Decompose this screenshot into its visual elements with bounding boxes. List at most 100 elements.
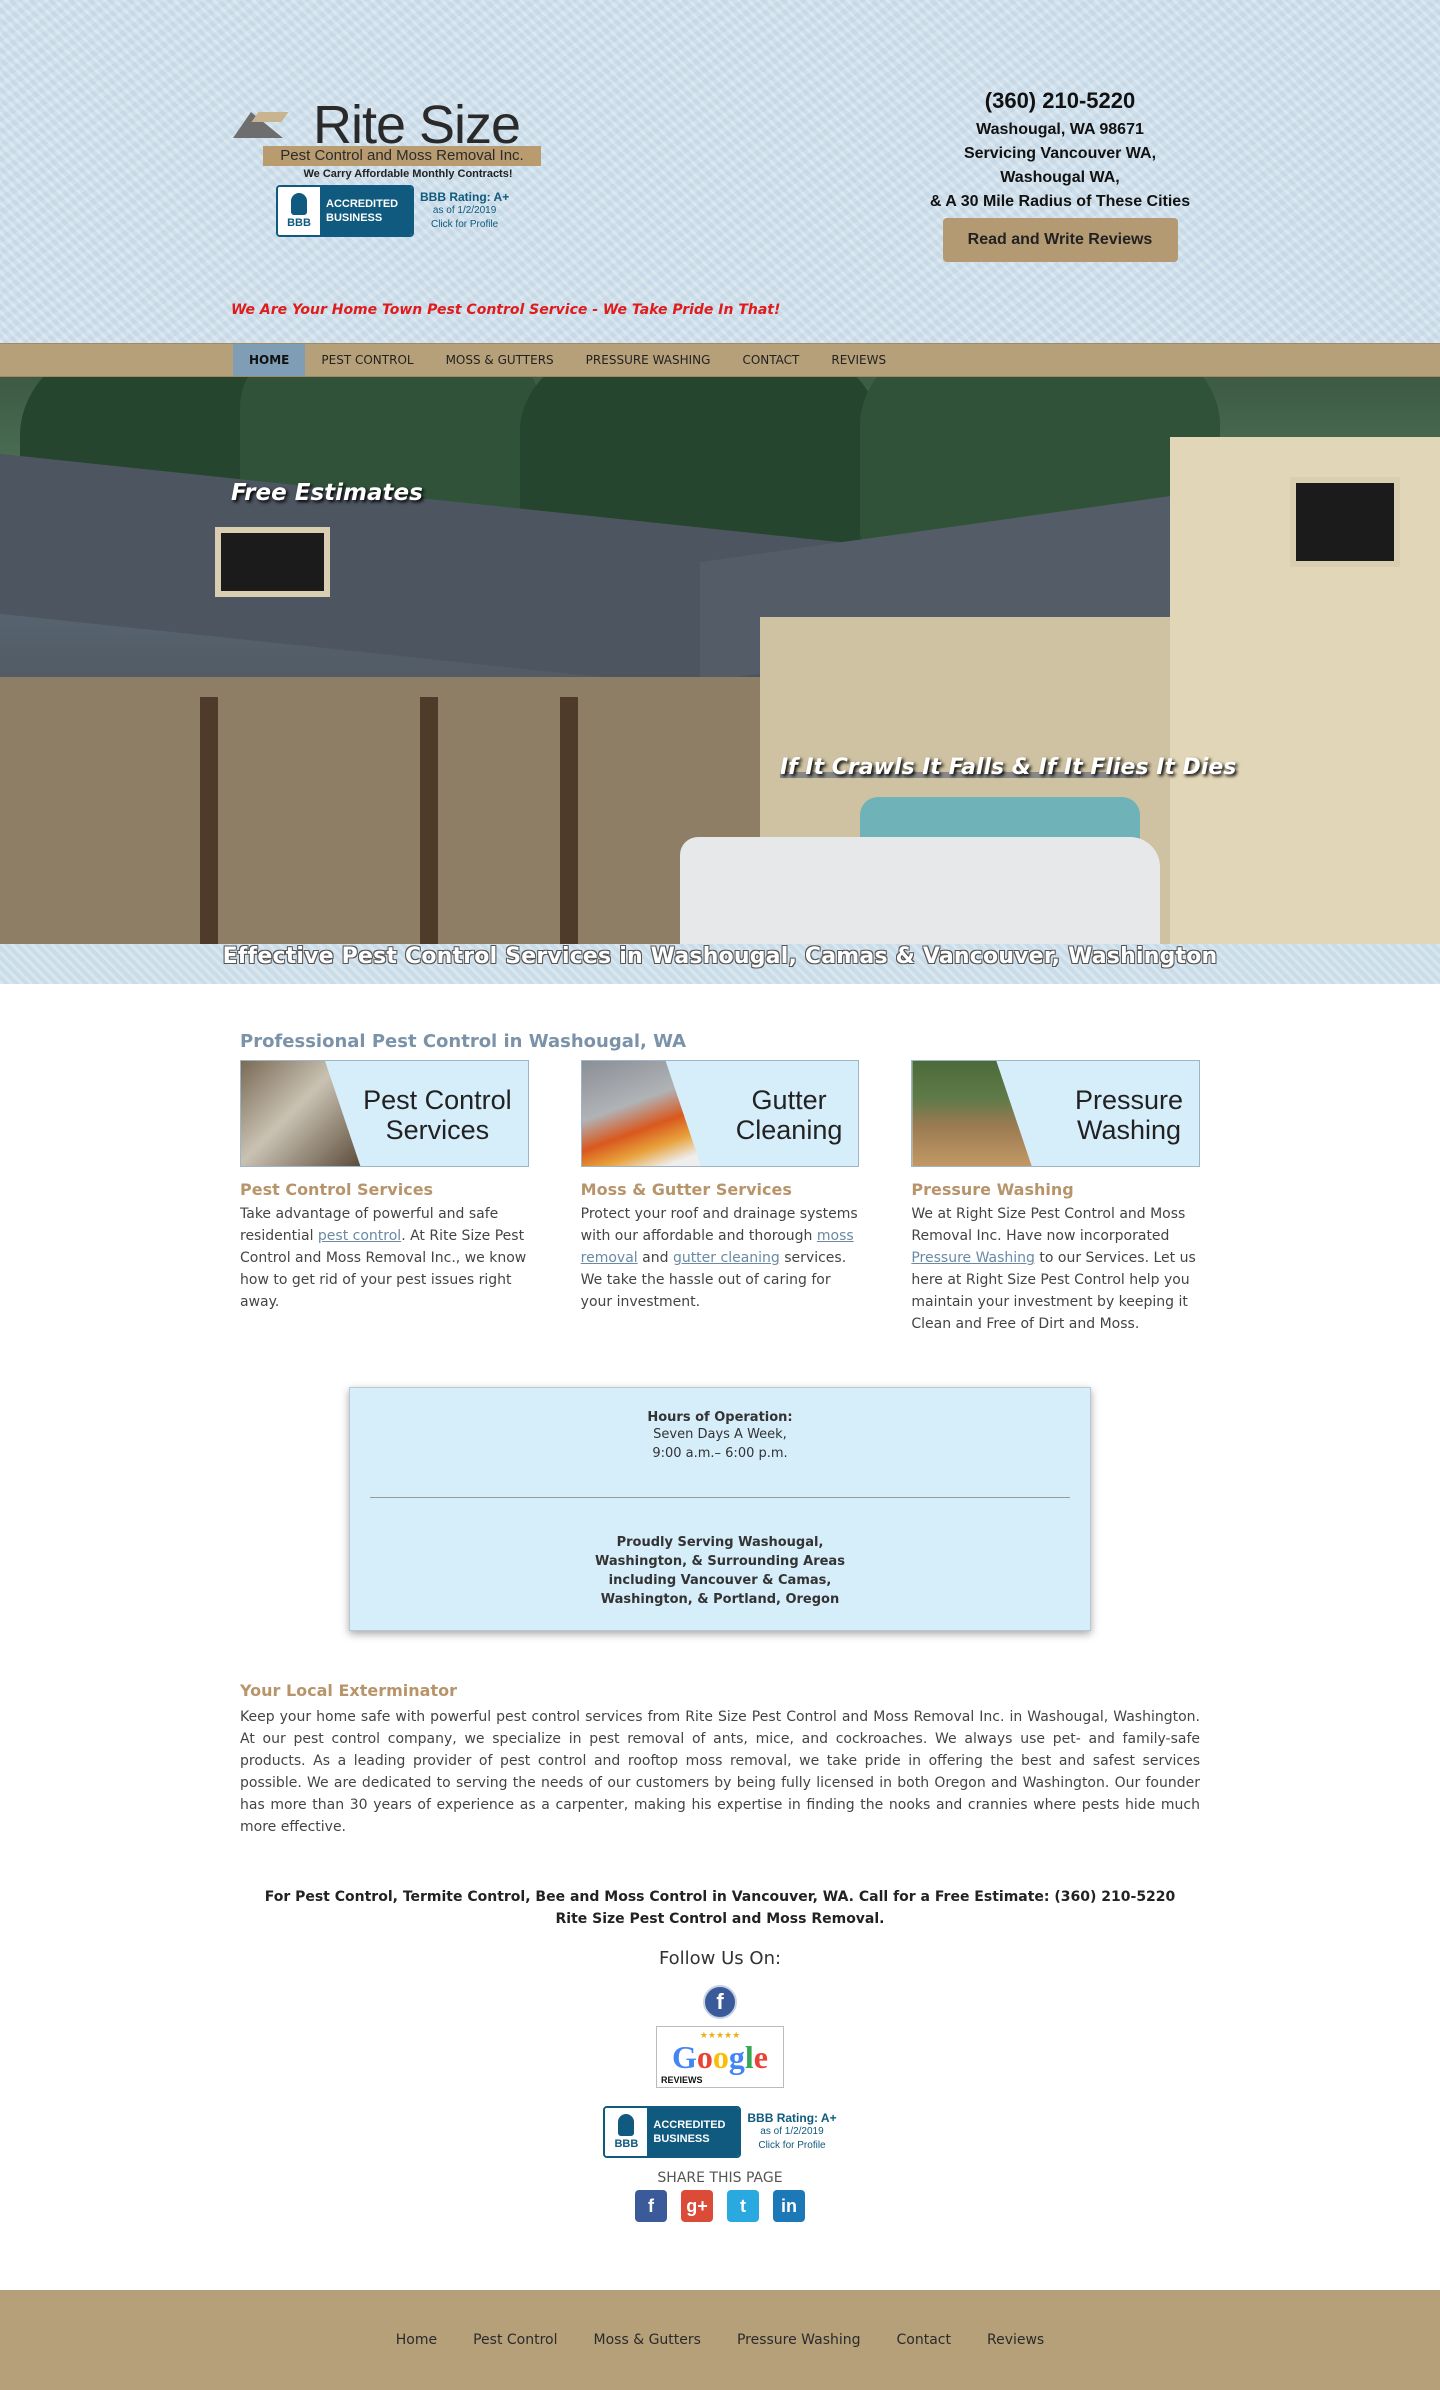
local-text: Keep your home safe with powerful pest c… xyxy=(240,1709,1200,1835)
bbb-torch-icon: BBB xyxy=(278,187,320,235)
banner-line: Pressure xyxy=(1074,1085,1184,1115)
bbb-badge-footer-wrap: BBB ACCREDITED BUSINESS BBB Rating: A+ a… xyxy=(240,2106,1200,2158)
service-card: Pest Control Services Pest Control Servi… xyxy=(240,1060,529,1335)
bbb-accredited-line2: BUSINESS xyxy=(326,212,383,224)
nav-item-moss-gutters[interactable]: MOSS & GUTTERS xyxy=(430,344,570,376)
bbb-accredited-line2: BUSINESS xyxy=(653,2133,710,2145)
truck-body xyxy=(680,837,1160,944)
nav-item-home[interactable]: HOME xyxy=(233,344,306,376)
service-banner-gutter-cleaning[interactable]: Gutter Cleaning xyxy=(580,1060,860,1167)
hero-free-estimates: Free Estimates xyxy=(231,480,423,506)
service-heading: Pest Control Services xyxy=(240,1180,434,1199)
serving-areas: Proudly Serving Washougal, Washington, &… xyxy=(350,1533,1090,1609)
facebook-icon[interactable]: f xyxy=(703,1985,737,2019)
footer-link-pest-control[interactable]: Pest Control xyxy=(473,2332,557,2348)
banner-line: Pest Control xyxy=(363,1085,512,1115)
bbb-meta: BBB Rating: A+ as of 1/2/2019 Click for … xyxy=(420,190,509,232)
call-to-action: For Pest Control, Termite Control, Bee a… xyxy=(264,1889,1176,1927)
bbb-seal-text: BBB xyxy=(614,2138,639,2150)
footer-link-contact[interactable]: Contact xyxy=(897,2332,951,2348)
hero-strip-heading: Effective Pest Control Services in Washo… xyxy=(0,944,1440,984)
bbb-badge-footer[interactable]: BBB ACCREDITED BUSINESS BBB Rating: A+ a… xyxy=(603,2106,837,2158)
site-footer: Home Pest Control Moss & Gutters Pressur… xyxy=(0,2290,1440,2390)
bbb-badge-header[interactable]: BBB ACCREDITED BUSINESS BBB Rating: A+ a… xyxy=(276,185,509,237)
hours-title: Hours of Operation: xyxy=(647,1410,793,1425)
pressure-washing-link[interactable]: Pressure Washing xyxy=(911,1250,1035,1266)
google-letter: g xyxy=(728,2039,745,2075)
google-logo: Google xyxy=(657,2041,783,2073)
section-title: Professional Pest Control in Washougal, … xyxy=(240,1031,687,1052)
service-banner-pest-control[interactable]: Pest Control Services xyxy=(240,1060,529,1167)
service-heading: Moss & Gutter Services xyxy=(580,1180,792,1199)
service-banner-pressure-washing[interactable]: Pressure Washing xyxy=(911,1060,1201,1167)
footer-link-reviews[interactable]: Reviews xyxy=(987,2332,1044,2348)
bbb-seal-box: BBB ACCREDITED BUSINESS xyxy=(276,185,414,237)
bbb-as-of: as of 1/2/2019 xyxy=(432,205,497,216)
bbb-accredited-line1: ACCREDITED xyxy=(653,2119,726,2131)
bbb-as-of: as of 1/2/2019 xyxy=(760,2126,824,2137)
bbb-accredited: ACCREDITED BUSINESS xyxy=(320,187,412,235)
address-line: & A 30 Mile Radius of These Cities xyxy=(929,193,1191,210)
google-letter: o xyxy=(696,2039,713,2075)
share-twitter-icon[interactable]: t xyxy=(727,2190,759,2222)
address-line: Washougal WA, xyxy=(1000,169,1120,186)
porch-post xyxy=(200,697,218,944)
serving-line: Washington, & Portland, Oregon xyxy=(600,1592,840,1607)
wasp-nest-image xyxy=(241,1061,361,1166)
local-title: Your Local Exterminator xyxy=(240,1681,457,1700)
footer-link-moss-gutters[interactable]: Moss & Gutters xyxy=(594,2332,701,2348)
house-window xyxy=(1290,477,1400,567)
banner-line: Cleaning xyxy=(735,1115,843,1145)
share-google-plus-icon[interactable]: g+ xyxy=(681,2190,713,2222)
service-heading: Pressure Washing xyxy=(911,1180,1074,1199)
site-logo[interactable]: Rite Size Pest Control and Moss Removal … xyxy=(233,98,545,188)
nav-item-pest-control[interactable]: PEST CONTROL xyxy=(305,344,429,376)
footer-link-pressure-washing[interactable]: Pressure Washing xyxy=(737,2332,861,2348)
bbb-meta: BBB Rating: A+ as of 1/2/2019 Click for … xyxy=(747,2111,836,2153)
serving-line: including Vancouver & Camas, xyxy=(608,1573,832,1588)
logo-title: Rite Size xyxy=(313,95,521,155)
service-card: Pressure Washing Pressure Washing We at … xyxy=(911,1060,1201,1335)
service-description: Protect your roof and drainage systems w… xyxy=(581,1203,860,1313)
contact-block: (360) 210-5220 Washougal, WA 98671 Servi… xyxy=(900,88,1220,262)
reviews-label: REVIEWS xyxy=(661,2075,703,2085)
footer-link-home[interactable]: Home xyxy=(396,2332,437,2348)
hours-days: Seven Days A Week, xyxy=(653,1427,787,1442)
service-card: Gutter Cleaning Moss & Gutter Services P… xyxy=(580,1060,860,1335)
gutter-leaves-image xyxy=(581,1061,702,1166)
hometown-slogan: We Are Your Home Town Pest Control Servi… xyxy=(231,302,781,318)
gutter-cleaning-link[interactable]: gutter cleaning xyxy=(673,1250,780,1266)
google-word: Google xyxy=(672,2039,768,2075)
hero-slogan: If It Crawls It Falls & If It Flies It D… xyxy=(780,755,1237,780)
hours-box: Hours of Operation: Seven Days A Week, 9… xyxy=(349,1387,1091,1631)
services-row: Pest Control Services Pest Control Servi… xyxy=(240,1060,1201,1335)
phone-number[interactable]: (360) 210-5220 xyxy=(900,88,1220,114)
address-line: Servicing Vancouver WA, xyxy=(963,145,1157,162)
house-wall xyxy=(0,677,760,944)
share-linkedin-icon[interactable]: in xyxy=(773,2190,805,2222)
hero-image: Free Estimates If It Crawls It Falls & I… xyxy=(0,377,1440,944)
bbb-seal-box: BBB ACCREDITED BUSINESS xyxy=(603,2106,742,2158)
serving-line: Proudly Serving Washougal, xyxy=(616,1535,824,1550)
pressure-washing-image xyxy=(912,1061,1033,1166)
google-letter: o xyxy=(712,2039,729,2075)
banner-label: Pest Control Services xyxy=(363,1085,512,1145)
site-header: Rite Size Pest Control and Moss Removal … xyxy=(0,0,1440,343)
nav-item-pressure-washing[interactable]: PRESSURE WASHING xyxy=(570,344,727,376)
google-letter: G xyxy=(672,2039,697,2075)
read-write-reviews-button[interactable]: Read and Write Reviews xyxy=(942,218,1178,262)
house-window xyxy=(215,527,330,597)
google-reviews-badge[interactable]: ★★★★★ Google REVIEWS xyxy=(656,2026,784,2088)
service-text: We at Right Size Pest Control and Moss R… xyxy=(911,1206,1186,1244)
nav-item-reviews[interactable]: REVIEWS xyxy=(815,344,902,376)
banner-line: Gutter xyxy=(751,1085,827,1115)
share-facebook-icon[interactable]: f xyxy=(635,2190,667,2222)
serving-line: Washington, & Surrounding Areas xyxy=(595,1554,845,1569)
main-content: Professional Pest Control in Washougal, … xyxy=(240,984,1201,2222)
google-letter: e xyxy=(753,2039,768,2075)
pest-control-link[interactable]: pest control xyxy=(318,1228,401,1244)
bbb-seal-text: BBB xyxy=(287,217,311,229)
bbb-accredited: ACCREDITED BUSINESS xyxy=(647,2108,740,2156)
bbb-rating: BBB Rating: A+ xyxy=(420,190,510,204)
nav-item-contact[interactable]: CONTACT xyxy=(726,344,815,376)
